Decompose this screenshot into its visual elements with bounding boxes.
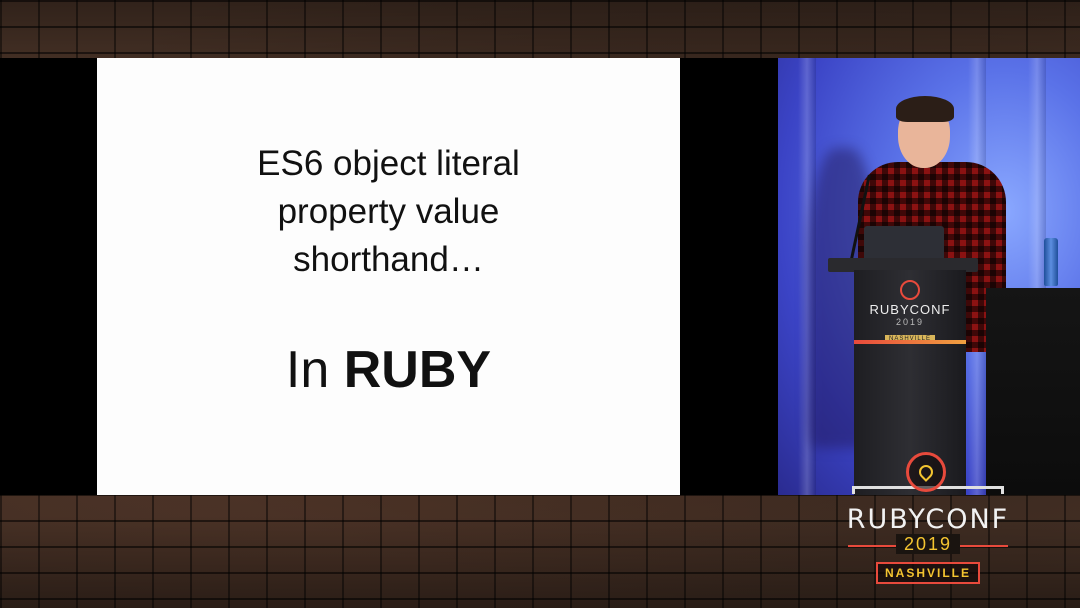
ruby-gem-icon [906, 452, 946, 492]
slide-sub-prefix: In [285, 341, 344, 399]
podium-logo-year: 2019 [895, 317, 925, 327]
conference-logo-overlay: RUBYCONF 2019 NASHVILLE [842, 452, 1014, 592]
slide-heading: ES6 object literal property value shorth… [97, 140, 680, 284]
podium-logo: RUBYCONF 2019 NASHVILLE [860, 280, 960, 345]
slide-subheading: In RUBY [97, 340, 680, 400]
conference-city: NASHVILLE [876, 562, 980, 584]
water-bottle [1044, 238, 1058, 286]
podium-stripe [854, 340, 966, 344]
speaker-stage: RUBYCONF 2019 NASHVILLE [778, 58, 1080, 495]
slide-heading-line: shorthand… [293, 240, 484, 279]
slide-sub-bold: RUBY [343, 341, 492, 399]
presentation-slide: ES6 object literal property value shorth… [97, 58, 680, 495]
slide-heading-line: property value [277, 192, 500, 231]
speaker-hair [896, 96, 954, 122]
slide-heading-line: ES6 object literal [257, 144, 520, 183]
conference-name: RUBYCONF [846, 504, 1010, 535]
conference-year: 2019 [895, 534, 961, 554]
conference-year-wrap: 2019 [842, 534, 1014, 555]
ruby-gem-icon [900, 280, 920, 300]
podium-logo-name: RUBYCONF [869, 302, 951, 317]
